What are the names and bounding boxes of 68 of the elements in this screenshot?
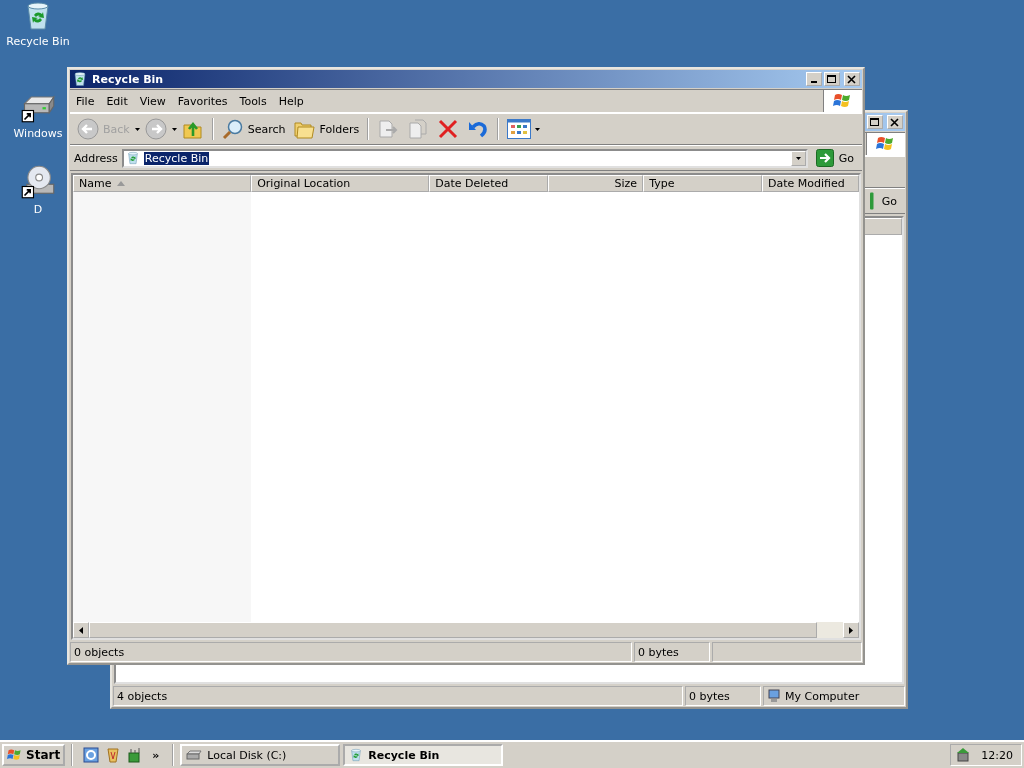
address-field[interactable]: Recycle Bin <box>121 148 808 168</box>
windows-logo-icon <box>7 747 23 763</box>
column-header[interactable]: Date Deleted <box>429 175 549 192</box>
status-text: 0 bytes <box>689 689 730 703</box>
scrollbar-thumb[interactable] <box>89 622 817 638</box>
right-arrow-icon <box>849 626 853 634</box>
column-header[interactable]: Date Modified <box>761 175 859 192</box>
dropdown-button[interactable] <box>790 150 806 166</box>
taskbar-button[interactable]: Local Disk (C:) <box>180 744 341 766</box>
status-text: My Computer <box>785 689 860 703</box>
menu-item[interactable]: Edit <box>100 94 134 108</box>
computer-icon <box>767 689 781 703</box>
delete-icon <box>437 118 460 140</box>
go-arrow-icon <box>815 149 834 167</box>
desktop-icon-label[interactable]: D <box>33 203 43 216</box>
maximize-button[interactable] <box>867 115 883 129</box>
recycle-bin-icon <box>125 151 140 165</box>
column-header[interactable]: Name <box>73 175 252 192</box>
menu-item[interactable]: File <box>70 94 101 108</box>
close-button[interactable] <box>887 115 903 129</box>
menu-item[interactable]: Tools <box>233 94 273 108</box>
column-header[interactable]: Original Location <box>251 175 430 192</box>
clock: 12:20 <box>981 748 1013 762</box>
window-title: Recycle Bin <box>92 72 165 86</box>
back-dropdown-icon <box>134 127 140 131</box>
maximize-icon <box>870 117 880 127</box>
taskbar-button[interactable]: Recycle Bin <box>343 744 504 766</box>
maximize-icon <box>827 74 837 84</box>
desktop-icon-label[interactable]: Recycle Bin <box>6 35 70 48</box>
status-bar-cell: 0 bytes <box>634 642 710 662</box>
minimize-button[interactable] <box>806 72 822 86</box>
documents-icon <box>407 118 430 140</box>
desktop-icon-label[interactable]: Windows <box>13 127 63 140</box>
bin-icon[interactable] <box>105 747 122 763</box>
menu-item[interactable]: Favorites <box>171 94 234 108</box>
dropdown-caret-icon <box>795 156 801 160</box>
maximize-button[interactable] <box>824 72 840 86</box>
menu-item[interactable]: Help <box>272 94 310 108</box>
left-arrow-icon <box>79 626 83 634</box>
recycle-bin-icon <box>349 748 364 762</box>
column-header[interactable]: Type <box>643 175 762 192</box>
search-icon <box>221 118 244 140</box>
close-button[interactable] <box>844 72 860 86</box>
views-dropdown-icon <box>535 127 541 131</box>
forward-dropdown-icon <box>171 127 177 131</box>
folders-button[interactable]: Folders <box>290 116 363 142</box>
scroll-left-button[interactable] <box>73 622 89 638</box>
scroll-right-button[interactable] <box>843 622 859 638</box>
go-button[interactable]: Go <box>811 149 858 167</box>
more-chevron[interactable]: » <box>149 748 163 762</box>
document-arrow-icon <box>377 118 400 140</box>
browser-icon[interactable] <box>83 747 100 763</box>
close-icon <box>847 74 857 84</box>
menu-item[interactable]: View <box>133 94 172 108</box>
search-button[interactable]: Search <box>218 116 289 142</box>
minimize-icon <box>811 80 817 83</box>
status-text: 4 objects <box>117 689 168 703</box>
sort-arrow-icon <box>117 181 126 186</box>
views-grid-icon <box>507 119 532 139</box>
start-button[interactable]: Start <box>2 744 66 766</box>
column-header[interactable]: Size <box>548 175 644 192</box>
recycle-bin-icon <box>72 71 88 87</box>
cd-drive-icon <box>20 164 56 200</box>
close-icon <box>890 117 900 127</box>
drive-icon <box>186 749 203 761</box>
status-bar-cell: 0 objects <box>70 642 632 662</box>
go-button[interactable]: Go <box>877 194 901 208</box>
address-label: Address <box>74 151 118 165</box>
